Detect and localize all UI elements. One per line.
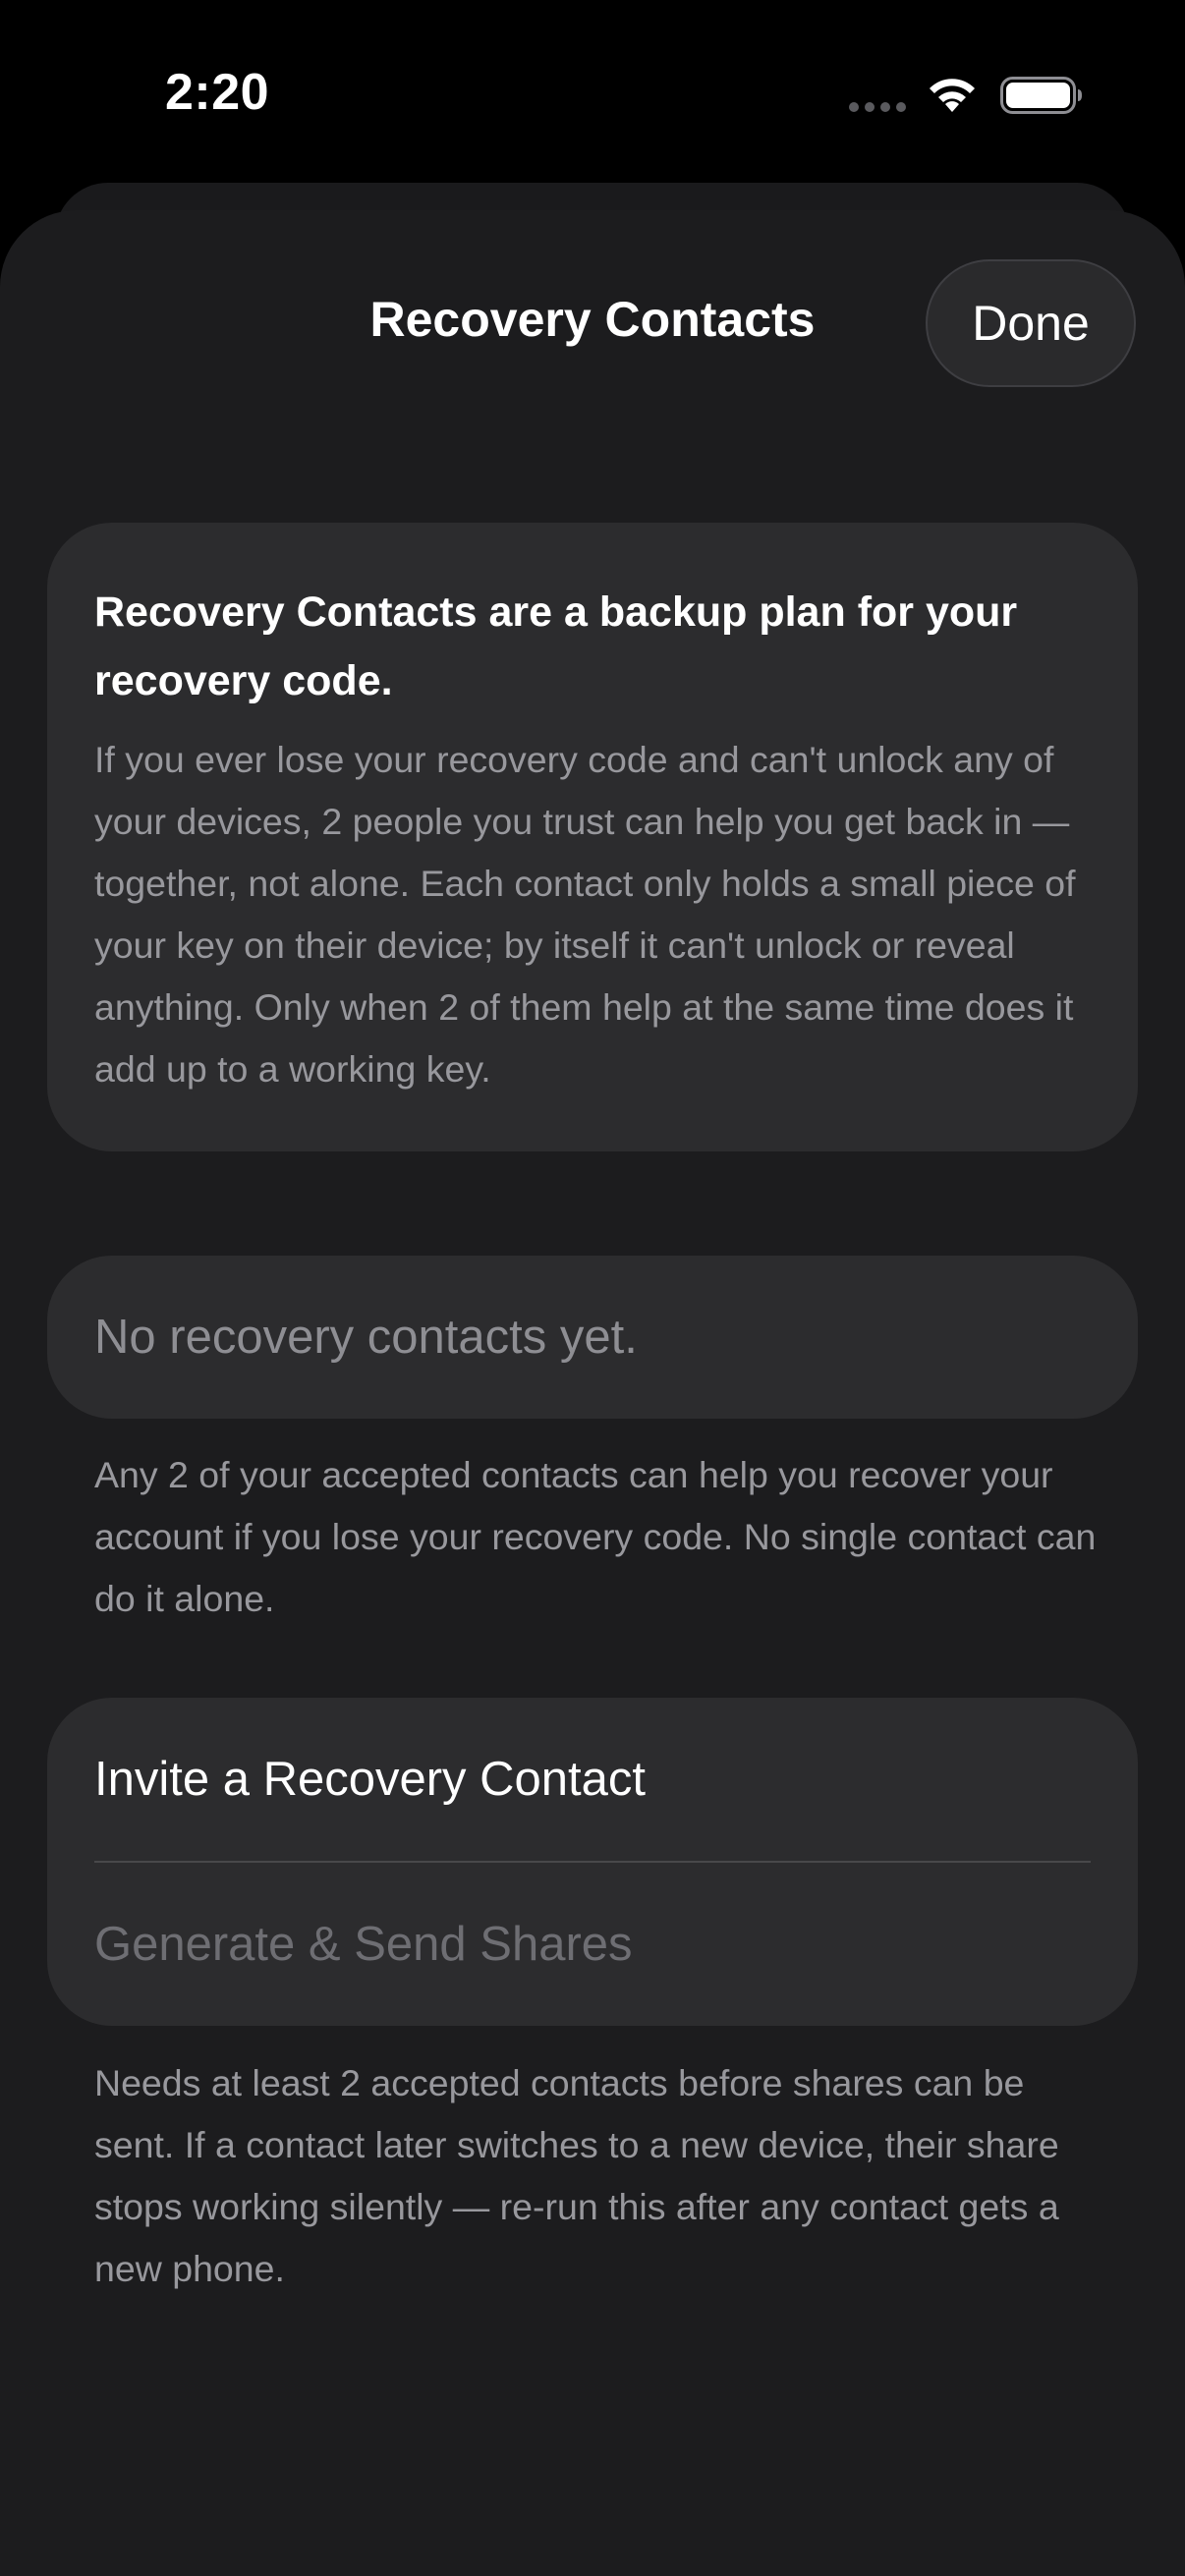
empty-state-text: No recovery contacts yet. [94, 1311, 638, 1364]
contacts-list-empty: No recovery contacts yet. [47, 1256, 1138, 1419]
wifi-icon [930, 79, 975, 112]
info-card-title: Recovery Contacts are a backup plan for … [94, 588, 1018, 704]
actions-footnote: Needs at least 2 accepted contacts befor… [94, 2062, 1059, 2289]
generate-send-shares-button[interactable]: Generate & Send Shares [94, 1863, 1091, 2026]
contacts-footnote: Any 2 of your accepted contacts can help… [94, 1454, 1097, 1619]
battery-icon [1000, 77, 1082, 114]
screen: 2:20 Recovery Contacts Done Recovery Con… [0, 0, 1185, 2576]
actions-card: Invite a Recovery Contact Generate & Sen… [47, 1698, 1138, 2026]
status-time: 2:20 [165, 64, 270, 121]
info-card: Recovery Contacts are a backup plan for … [47, 523, 1138, 1151]
info-card-body: If you ever lose your recovery code and … [94, 739, 1076, 1090]
status-bar: 2:20 [0, 0, 1185, 187]
done-button[interactable]: Done [926, 259, 1136, 387]
cellular-signal-icon [849, 102, 908, 116]
invite-recovery-contact-button[interactable]: Invite a Recovery Contact [94, 1698, 1091, 1861]
